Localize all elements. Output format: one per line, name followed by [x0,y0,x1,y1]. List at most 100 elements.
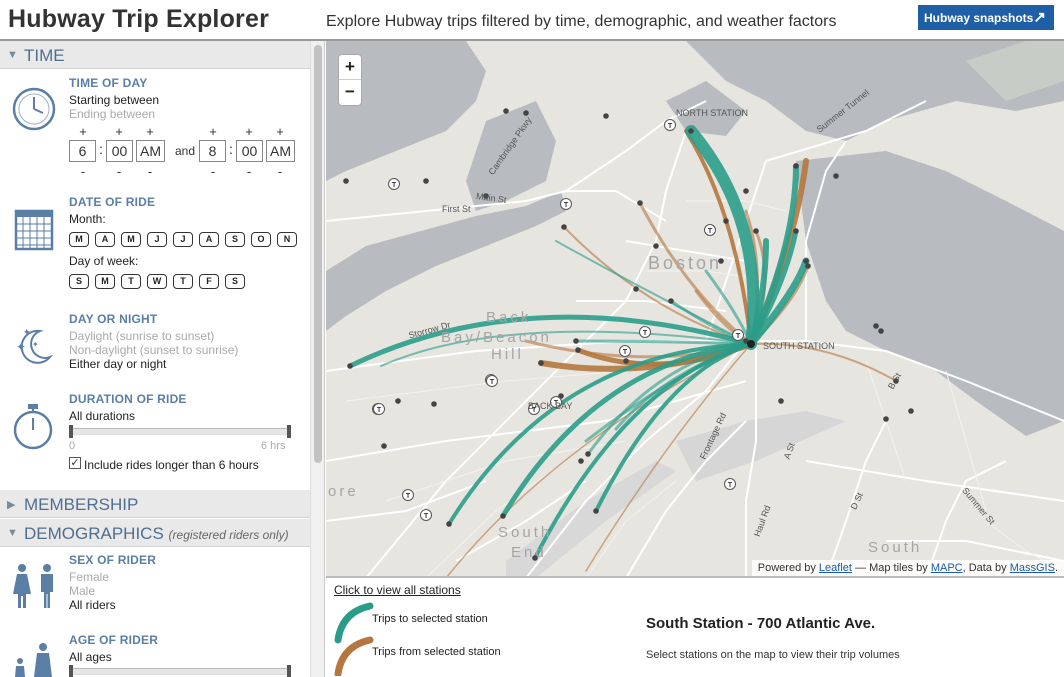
month-pill[interactable]: A [95,232,115,247]
station-marker[interactable] [623,358,629,364]
start-min-increment[interactable]: + [113,124,125,139]
station-marker[interactable] [793,163,799,169]
station-marker[interactable] [503,108,509,114]
end-ampm-decrement[interactable]: - [274,164,286,179]
station-marker[interactable] [805,263,811,269]
duration-slider-min-handle[interactable] [69,425,73,438]
section-time-header[interactable]: ▼ TIME [0,41,310,69]
either-day-night-option[interactable]: Either day or night [69,357,166,371]
station-marker[interactable] [500,513,506,519]
end-hour-increment[interactable]: + [207,124,219,139]
end-hour-decrement[interactable]: - [207,164,219,179]
weekday-pill[interactable]: W [147,274,167,289]
weekday-pill[interactable]: S [69,274,89,289]
station-marker[interactable] [578,458,584,464]
starting-between-option[interactable]: Starting between [69,93,159,107]
weekday-pill[interactable]: T [121,274,141,289]
zoom-out-button[interactable]: − [339,80,361,105]
station-marker[interactable] [743,188,749,194]
end-hour-field[interactable]: 8 [199,140,226,162]
end-minute-field[interactable]: 00 [236,140,263,162]
age-slider-min-handle[interactable] [69,665,73,677]
duration-slider-track[interactable] [69,428,291,435]
selected-station-marker[interactable] [747,340,755,348]
station-marker[interactable] [633,286,639,292]
start-min-decrement[interactable]: - [113,164,125,179]
month-pill[interactable]: A [199,232,219,247]
male-option[interactable]: Male [69,584,95,598]
end-ampm-field[interactable]: AM [266,140,295,162]
station-marker[interactable] [343,178,349,184]
massgis-link[interactable]: MassGIS [1010,562,1055,574]
sidebar-scrollbar-thumb[interactable] [314,45,322,463]
station-marker[interactable] [688,128,694,134]
month-pill[interactable]: J [173,232,193,247]
month-pill[interactable]: O [251,232,271,247]
station-marker[interactable] [908,408,914,414]
age-slider-track[interactable] [69,668,291,675]
trip-map[interactable]: TTTTTTTTTTTTTTTT NORTH STATION SOUTH STA… [326,41,1064,578]
station-marker[interactable] [637,200,643,206]
daylight-option[interactable]: Daylight (sunrise to sunset) [69,329,214,343]
station-marker[interactable] [723,218,729,224]
weekday-pill[interactable]: M [95,274,115,289]
include-long-rides-checkbox[interactable]: ✓ [69,457,81,469]
mapc-link[interactable]: MAPC [931,562,963,574]
station-marker[interactable] [778,398,784,404]
month-pill[interactable]: M [69,232,89,247]
month-pill[interactable]: M [121,232,141,247]
zoom-in-button[interactable]: + [339,55,361,80]
map-canvas[interactable]: TTTTTTTTTTTTTTTT [326,41,1064,578]
station-marker[interactable] [753,228,759,234]
station-marker[interactable] [803,258,809,264]
section-membership-header[interactable]: ▶ MEMBERSHIP [0,490,310,518]
start-ampm-field[interactable]: AM [136,140,165,162]
end-ampm-increment[interactable]: + [274,124,286,139]
female-option[interactable]: Female [69,570,109,584]
start-ampm-increment[interactable]: + [144,124,156,139]
age-slider-max-handle[interactable] [287,665,291,677]
ending-between-option[interactable]: Ending between [69,107,155,121]
station-marker[interactable] [575,347,581,353]
start-minute-field[interactable]: 00 [106,140,133,162]
station-marker[interactable] [573,338,579,344]
station-marker[interactable] [833,173,839,179]
station-marker[interactable] [878,328,884,334]
weekday-pill[interactable]: S [225,274,245,289]
weekday-pill[interactable]: F [199,274,219,289]
station-marker[interactable] [538,360,544,366]
station-marker[interactable] [793,228,799,234]
station-marker[interactable] [593,508,599,514]
end-min-decrement[interactable]: - [243,164,255,179]
start-hour-increment[interactable]: + [77,124,89,139]
weekday-pill[interactable]: T [173,274,193,289]
start-hour-decrement[interactable]: - [77,164,89,179]
station-marker[interactable] [347,363,353,369]
all-riders-option[interactable]: All riders [69,598,116,612]
start-ampm-decrement[interactable]: - [144,164,156,179]
sidebar-scrollbar[interactable] [310,41,325,677]
leaflet-link[interactable]: Leaflet [819,562,852,574]
end-min-increment[interactable]: + [243,124,255,139]
station-marker[interactable] [561,224,567,230]
station-marker[interactable] [381,443,387,449]
station-marker[interactable] [653,243,659,249]
station-marker[interactable] [446,521,452,527]
station-marker[interactable] [423,178,429,184]
station-marker[interactable] [585,451,591,457]
non-daylight-option[interactable]: Non-daylight (sunset to sunrise) [69,343,238,357]
month-pill[interactable]: S [225,232,245,247]
station-marker[interactable] [603,113,609,119]
station-marker[interactable] [395,398,401,404]
section-demographics-header[interactable]: ▼ DEMOGRAPHICS (registered riders only) [0,519,310,547]
view-all-stations-link[interactable]: Click to view all stations [334,583,461,597]
month-pill[interactable]: N [277,232,297,247]
month-pill[interactable]: J [147,232,167,247]
station-marker[interactable] [873,323,879,329]
station-marker[interactable] [668,298,674,304]
station-marker[interactable] [883,416,889,422]
hubway-snapshots-button[interactable]: Hubway snapshots ↗ [918,5,1054,30]
start-hour-field[interactable]: 6 [69,140,96,162]
station-marker[interactable] [431,401,437,407]
duration-slider-max-handle[interactable] [287,425,291,438]
